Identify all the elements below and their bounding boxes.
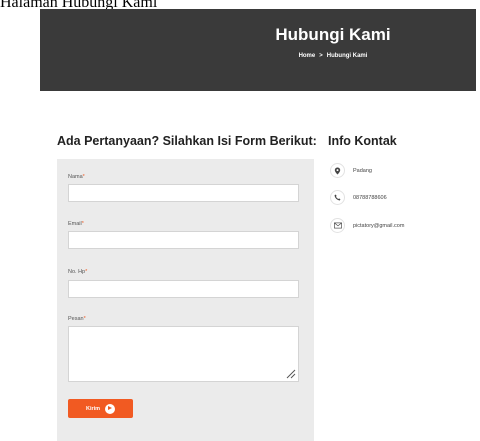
contact-location-text: Padang [353,167,372,174]
contact-phone-text: 08788788606 [353,194,387,201]
message-label: Pesan* [68,316,86,322]
banner-title: Hubungi Kami [275,25,391,44]
contact-form: Nama* Email* No. Hp* Pesan* Kirim [57,159,314,441]
required-mark: * [82,174,85,180]
contact-item-phone: 08788788606 [330,190,387,205]
submit-button[interactable]: Kirim [68,399,133,418]
form-title: Ada Pertanyaan? Silahkan Isi Form Beriku… [57,134,317,148]
breadcrumb-home-link[interactable]: Home [299,53,316,59]
name-label: Nama* [68,174,85,180]
required-mark: * [83,316,86,322]
required-mark: * [85,269,88,275]
resize-handle-icon[interactable] [284,367,296,379]
breadcrumb-current: Hubungi Kami [326,53,368,59]
email-label: Email* [68,221,84,227]
required-mark: * [81,221,84,227]
phone-label: No. Hp* [68,269,88,275]
contact-email-text[interactable]: pictatory@gmail.com [353,223,404,229]
phone-icon [330,190,345,205]
contact-item-email: pictatory@gmail.com [330,218,404,233]
submit-label: Kirim [85,405,101,412]
breadcrumb: Home > Hubungi Kami [40,53,476,59]
email-input[interactable] [68,231,299,249]
send-icon [105,403,116,414]
map-pin-icon [330,163,345,178]
name-input[interactable] [68,184,299,202]
message-textarea[interactable] [68,326,299,382]
phone-input[interactable] [68,280,299,298]
email-icon [330,218,345,233]
contact-item-location: Padang [330,163,372,178]
page-banner: Hubungi Kami Home > Hubungi Kami [40,9,476,91]
contact-info-title: Info Kontak [328,134,397,148]
breadcrumb-separator: > [319,53,323,59]
